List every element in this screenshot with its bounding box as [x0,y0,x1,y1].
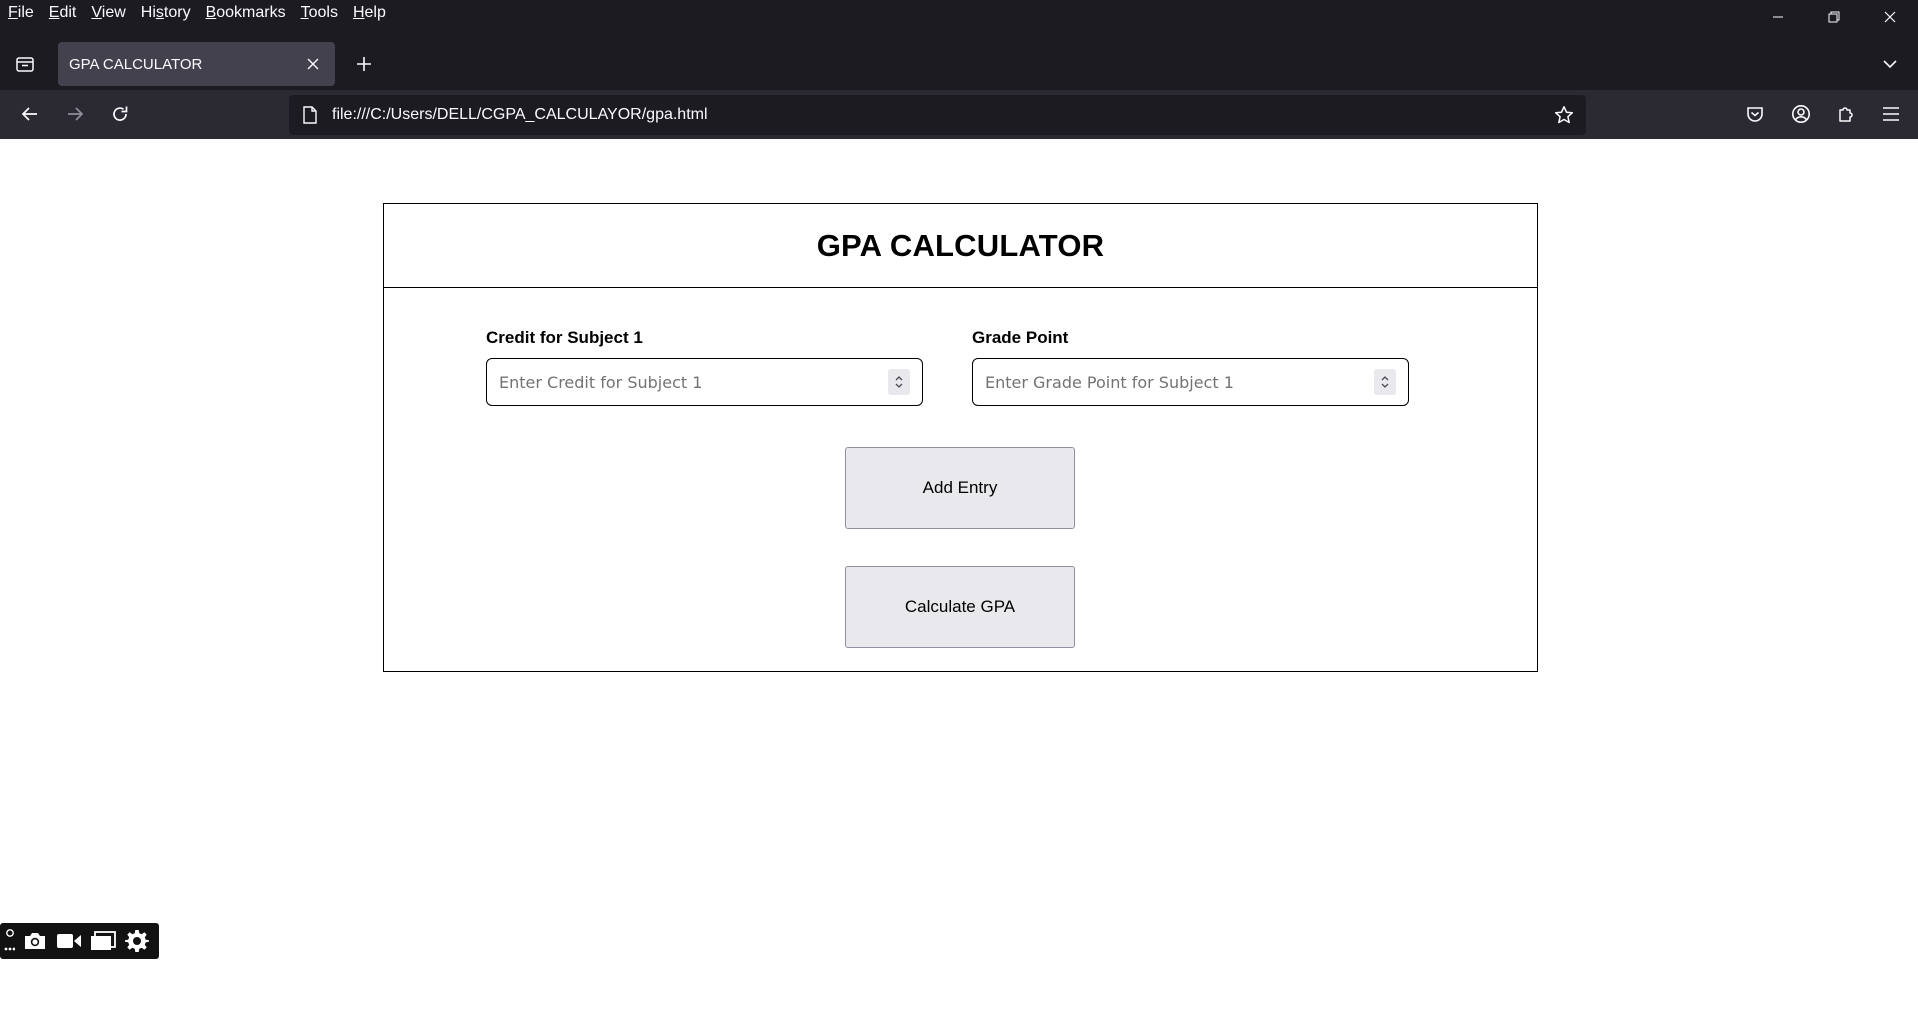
gallery-button[interactable] [86,924,120,958]
bookmark-star-button[interactable] [1548,99,1580,131]
firefox-view-icon [16,57,34,72]
arrow-left-icon [21,107,37,121]
pocket-button[interactable] [1739,98,1771,130]
settings-button[interactable] [120,924,154,958]
menu-view[interactable]: View [91,1,125,25]
close-icon [307,58,319,70]
reload-icon [113,106,128,121]
window-controls [1750,0,1918,34]
tab-close-button[interactable] [301,52,325,76]
page-title: GPA CALCULATOR [816,227,1105,263]
gear-icon [125,930,149,952]
grade-point-label: Grade Point [972,328,1069,347]
minimize-icon [1773,16,1783,18]
chevron-down-icon [1883,60,1897,69]
close-window-button[interactable] [1862,0,1918,34]
stepper-arrows-icon [895,376,903,388]
add-entry-button[interactable]: Add Entry [845,447,1075,529]
grade-point-field[interactable] [972,358,1409,406]
tab-gpa-calculator[interactable]: GPA CALCULATOR [58,42,335,86]
star-icon [1554,106,1574,124]
grade-point-stepper[interactable] [1374,369,1396,395]
credit-stepper[interactable] [888,369,910,395]
credit-input[interactable] [487,359,888,405]
menu-bookmarks[interactable]: Bookmarks [206,1,286,25]
credit-label: Credit for Subject 1 [486,328,643,347]
reload-button[interactable] [104,98,136,130]
menu-tools[interactable]: Tools [301,1,338,25]
account-button[interactable] [1785,98,1817,130]
menu-file[interactable]: File [8,1,34,25]
browser-chrome: File Edit View History Bookmarks Tools H… [0,0,1918,139]
calculate-gpa-button[interactable]: Calculate GPA [845,566,1075,648]
tab-strip: GPA CALCULATOR [0,40,1918,88]
credit-field[interactable] [486,358,923,406]
menu-bar: File Edit View History Bookmarks Tools H… [0,0,393,26]
menu-help[interactable]: Help [353,1,386,25]
url-text[interactable]: file:///C:/Users/DELL/CGPA_CALCULAYOR/gp… [332,106,1548,124]
video-camera-icon [57,934,81,948]
restore-icon [1828,11,1840,23]
restore-button[interactable] [1806,0,1862,34]
firefox-view-button[interactable] [11,50,39,78]
close-icon [1884,11,1896,23]
back-button[interactable] [14,98,46,130]
toolbar-grip-icon[interactable] [0,924,18,958]
plus-icon [357,57,371,71]
card-header: GPA CALCULATOR [384,204,1537,288]
page-icon [300,105,320,125]
pocket-icon [1747,107,1763,122]
tab-title: GPA CALCULATOR [69,55,203,73]
hamburger-menu-icon [1883,107,1899,121]
nav-toolbar: file:///C:/Users/DELL/CGPA_CALCULAYOR/gp… [0,90,1918,139]
extensions-button[interactable] [1830,98,1862,130]
video-button[interactable] [52,924,86,958]
arrow-right-icon [68,107,84,121]
forward-button[interactable] [59,98,91,130]
url-bar[interactable]: file:///C:/Users/DELL/CGPA_CALCULAYOR/gp… [289,95,1586,135]
capture-toolbar [0,923,159,959]
new-tab-button[interactable] [348,48,380,80]
grade-point-input[interactable] [973,359,1374,405]
stepper-arrows-icon [1381,376,1389,388]
camera-button[interactable] [18,924,52,958]
minimize-button[interactable] [1750,0,1806,34]
account-icon [1792,105,1810,123]
menu-history[interactable]: History [141,1,191,25]
gallery-icon [91,931,116,950]
gpa-calculator-card: GPA CALCULATOR Credit for Subject 1 Grad… [383,203,1538,672]
list-all-tabs-button[interactable] [1874,48,1906,80]
page-content: GPA CALCULATOR Credit for Subject 1 Grad… [0,139,1918,1022]
menu-edit[interactable]: Edit [49,1,77,25]
puzzle-icon [1839,107,1853,122]
camera-icon [25,933,45,949]
app-menu-button[interactable] [1875,98,1907,130]
